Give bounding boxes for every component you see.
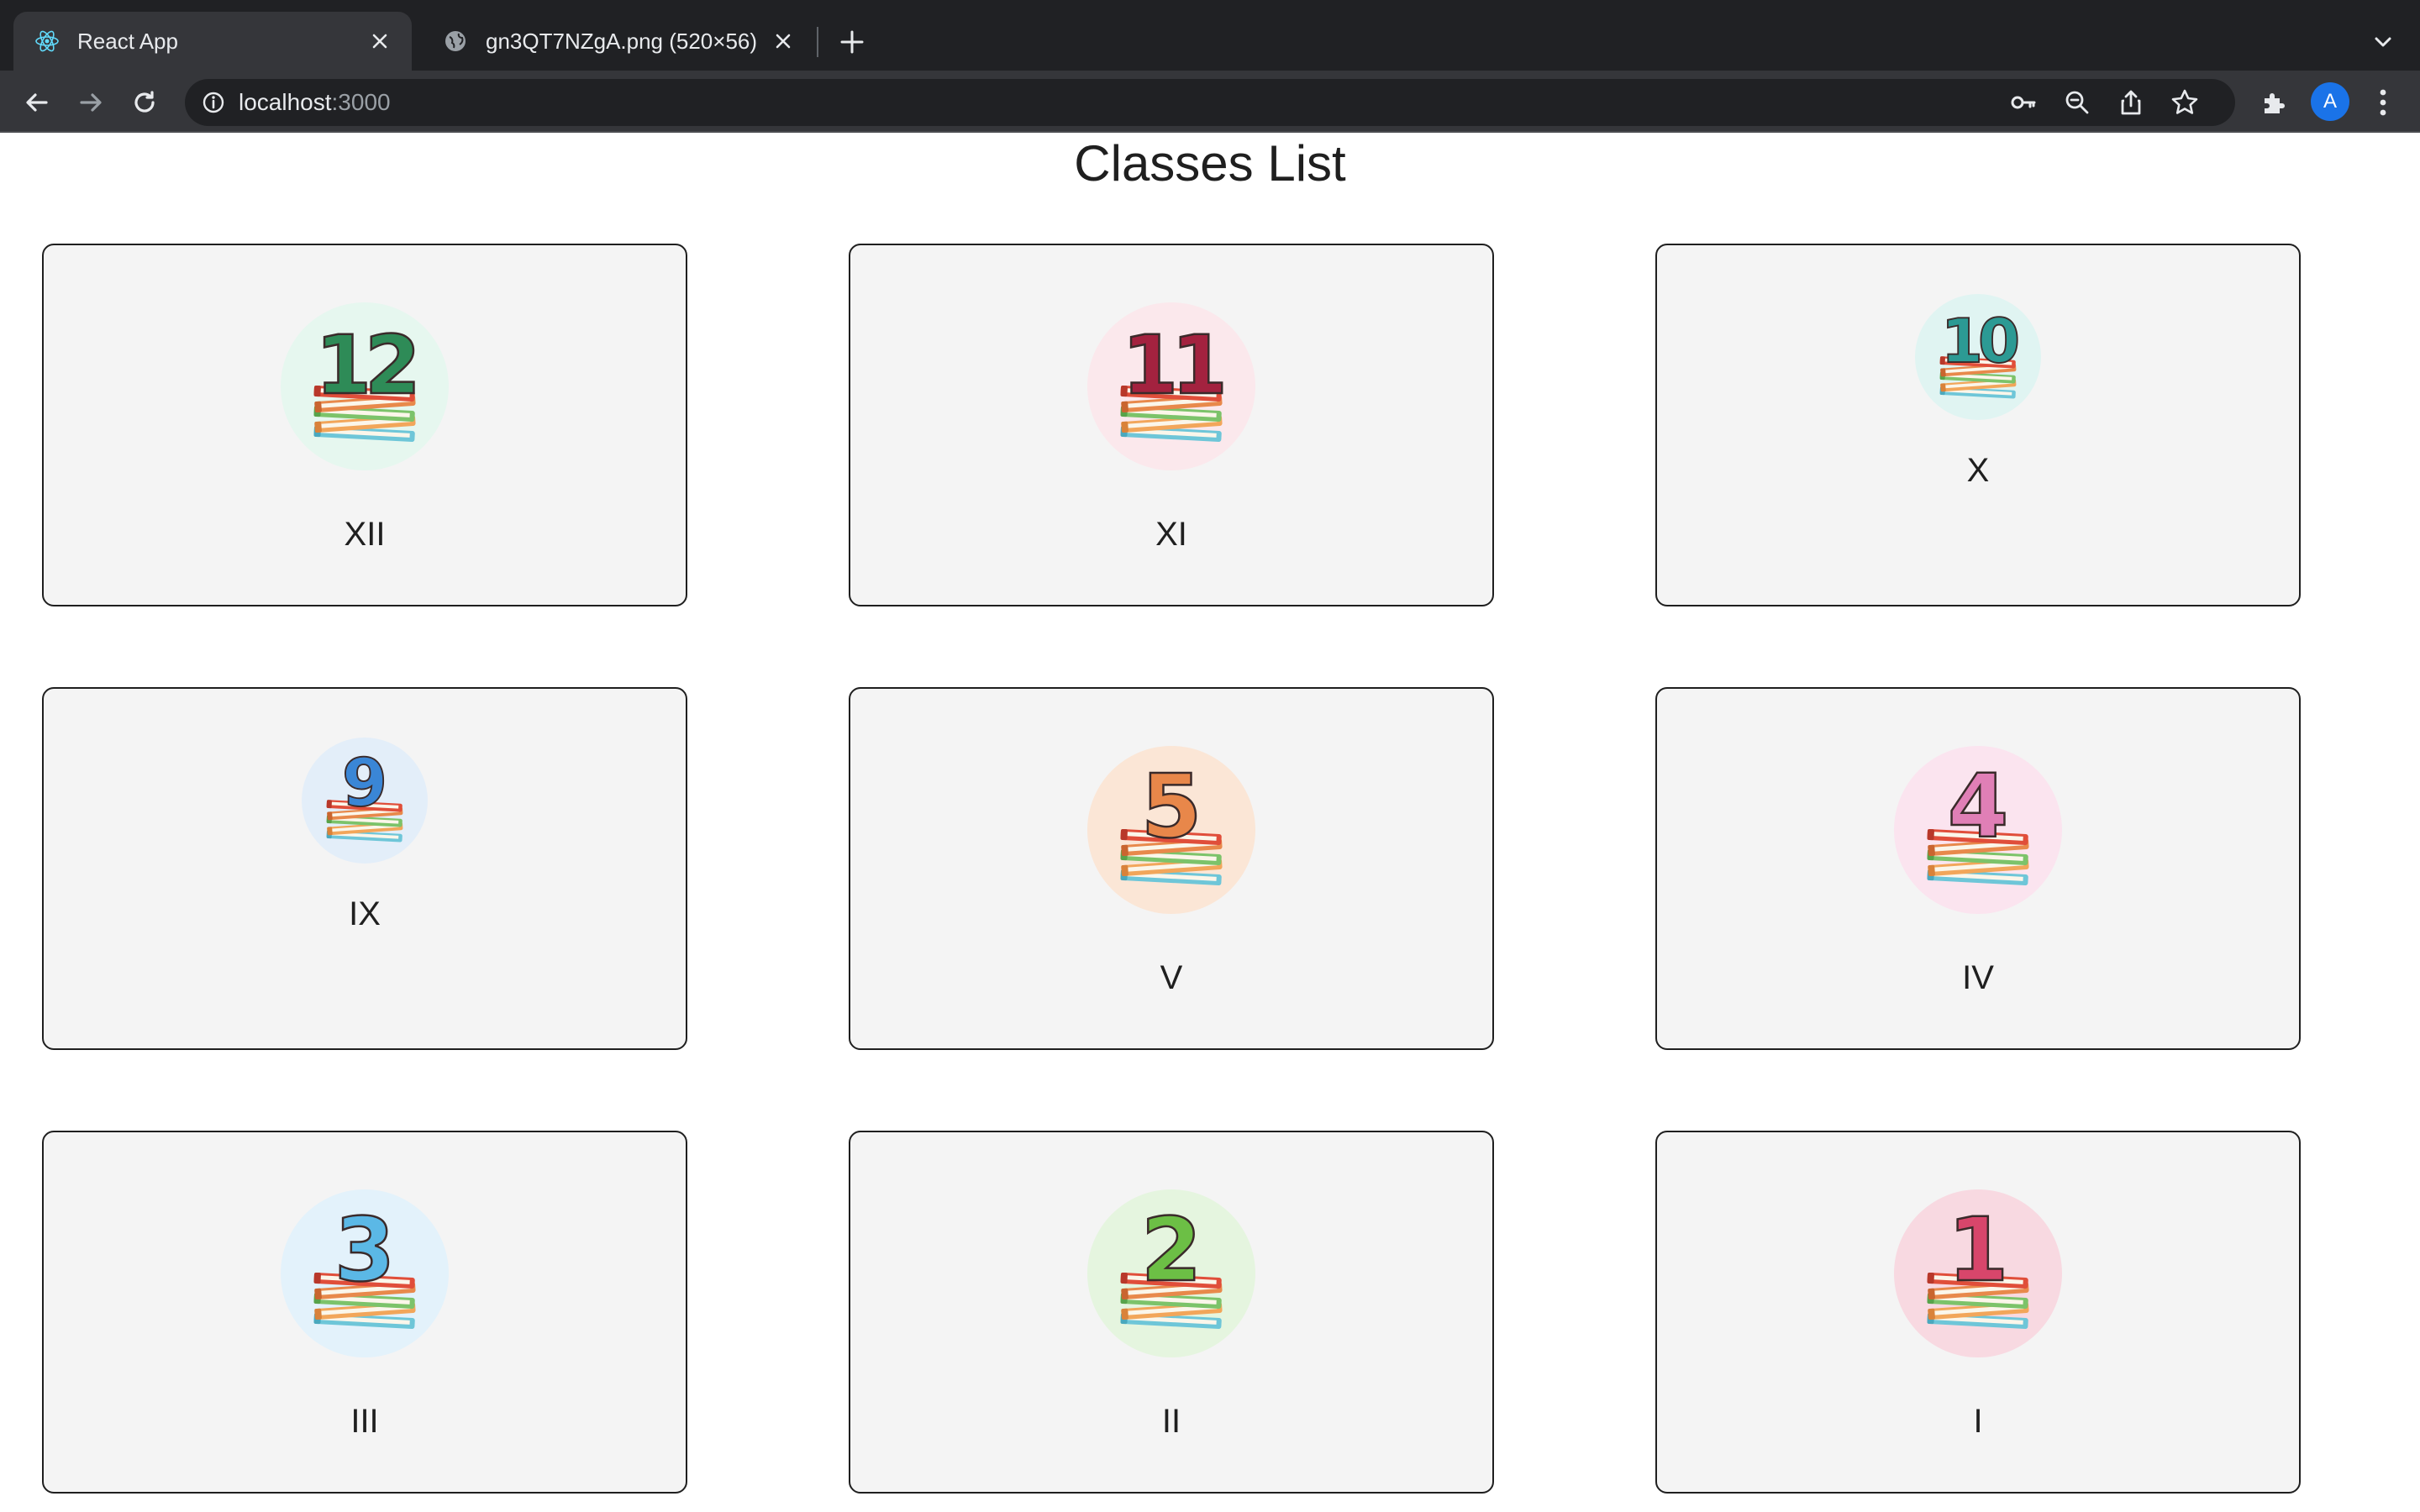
class-number-icon-text: 5 xyxy=(1141,755,1202,858)
tab-separator xyxy=(817,27,818,57)
new-tab-icon[interactable] xyxy=(837,27,867,57)
class-card[interactable]: 12 XII xyxy=(42,244,687,606)
tab-title: gn3QT7NZgA.png (520×56) xyxy=(486,28,758,54)
page-title: Classes List xyxy=(1074,135,1346,192)
class-label: XII xyxy=(344,516,386,553)
info-icon[interactable] xyxy=(200,89,227,116)
forward-arrow-icon[interactable] xyxy=(72,84,109,121)
class-card[interactable]: 1I xyxy=(1655,1131,2301,1494)
class-badge-icon: 12 xyxy=(281,302,449,470)
extensions-puzzle-icon[interactable] xyxy=(2255,84,2292,121)
class-card[interactable]: 4 IV xyxy=(1655,687,2301,1050)
react-icon xyxy=(34,28,60,55)
class-number-icon-text: 2 xyxy=(1141,1199,1202,1301)
bookmark-star-icon[interactable] xyxy=(2170,87,2200,118)
class-number-icon-text: 4 xyxy=(1948,755,2008,858)
close-tab-icon[interactable] xyxy=(366,28,393,55)
url-text: localhost:3000 xyxy=(239,79,391,126)
browser-toolbar: localhost:3000 A xyxy=(0,71,2420,133)
class-badge-icon: 3 xyxy=(281,1189,449,1357)
class-card[interactable]: 11 XI xyxy=(849,244,1494,606)
class-number-icon-text: 9 xyxy=(342,746,387,822)
class-label: I xyxy=(1973,1403,1983,1440)
reload-icon[interactable] xyxy=(126,84,163,121)
class-label: III xyxy=(350,1403,379,1440)
class-card[interactable]: 10 X xyxy=(1655,244,2301,606)
class-number-icon-text: 3 xyxy=(334,1199,395,1301)
class-label: X xyxy=(1966,452,1990,489)
class-badge-icon: 5 xyxy=(1087,746,1255,914)
class-badge-icon: 11 xyxy=(1087,302,1255,470)
class-number-icon-text: 1 xyxy=(1948,1199,2008,1301)
tab-react-app[interactable]: React App xyxy=(13,12,412,71)
key-icon[interactable] xyxy=(2008,87,2039,118)
class-badge-icon: 10 xyxy=(1915,294,2041,420)
class-number-icon-text: 11 xyxy=(1122,318,1223,412)
globe-icon xyxy=(442,28,469,55)
class-number-icon-text: 12 xyxy=(315,318,414,412)
close-tab-icon[interactable] xyxy=(770,28,797,55)
url-host: localhost xyxy=(239,89,332,115)
class-card[interactable]: 3 III xyxy=(42,1131,687,1494)
page-content: Classes List 12 XII 11 XI 10 X 9 IX 5 V 4 IV 3 III 2 II… xyxy=(0,133,2420,1512)
chevron-down-icon[interactable] xyxy=(2368,27,2398,57)
class-badge-icon: 1 xyxy=(1894,1189,2062,1357)
class-label: IX xyxy=(349,895,381,932)
kebab-menu-icon[interactable] xyxy=(2365,84,2402,121)
class-card[interactable]: 9 IX xyxy=(42,687,687,1050)
class-badge-icon: 9 xyxy=(302,738,428,864)
class-label: II xyxy=(1161,1403,1181,1440)
class-card[interactable]: 5V xyxy=(849,687,1494,1050)
class-number-icon-text: 10 xyxy=(1941,306,2018,376)
back-arrow-icon[interactable] xyxy=(18,84,55,121)
zoom-out-icon[interactable] xyxy=(2062,87,2092,118)
class-badge-icon: 4 xyxy=(1894,746,2062,914)
class-label: XI xyxy=(1155,516,1187,553)
url-port: :3000 xyxy=(331,89,391,115)
browser-tab-bar: React App gn3QT7NZgA.png (520×56) xyxy=(0,0,2420,71)
tab-image[interactable]: gn3QT7NZgA.png (520×56) xyxy=(422,12,815,71)
class-label: V xyxy=(1160,959,1183,996)
class-label: IV xyxy=(1962,959,1994,996)
tab-title: React App xyxy=(77,28,178,54)
profile-avatar[interactable]: A xyxy=(2311,82,2349,121)
share-icon[interactable] xyxy=(2116,87,2146,118)
address-bar[interactable]: localhost:3000 xyxy=(185,79,2235,126)
class-badge-icon: 2 xyxy=(1087,1189,1255,1357)
class-card[interactable]: 2 II xyxy=(849,1131,1494,1494)
